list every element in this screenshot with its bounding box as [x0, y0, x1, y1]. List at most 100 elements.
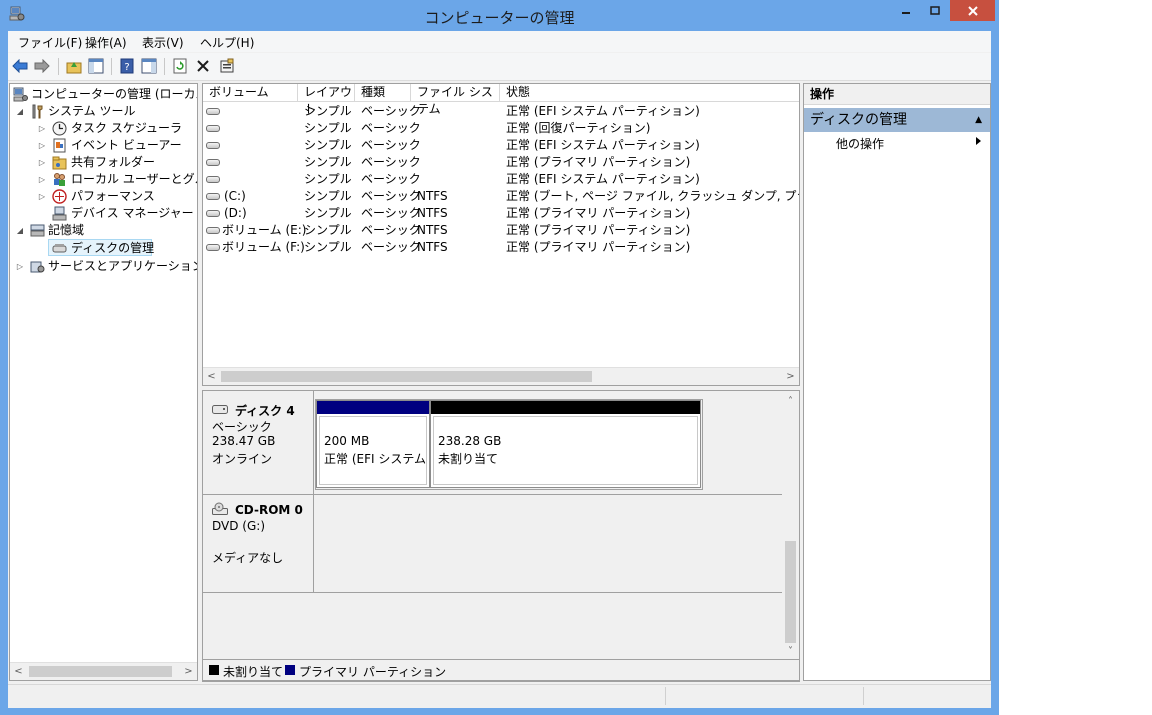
legend-swatch-unallocated [209, 665, 219, 675]
delete-icon [197, 60, 209, 72]
tree-node-disk-management[interactable]: ディスクの管理 [48, 239, 155, 256]
column-header-volume[interactable]: ボリューム [203, 84, 298, 102]
table-row[interactable]: ボリューム (F:) シンプル ベーシック NTFS 正常 (プライマリ パーティション… [203, 239, 799, 256]
cell-type: ベーシック [361, 206, 421, 220]
table-row[interactable]: ボリューム (E:) シンプル ベーシック NTFS 正常 (プライマリ パーティション… [203, 222, 799, 239]
back-button[interactable] [11, 57, 29, 75]
volume-list[interactable]: ボリューム レイアウト 種類 ファイル システム 状態 シンプル ベーシック 正常 … [202, 83, 800, 386]
properties-button[interactable] [218, 57, 236, 75]
cell-status: 正常 (EFI システム パーティション) [506, 104, 700, 118]
show-tree-icon [88, 58, 104, 74]
disk-graphical-view[interactable]: ディスク 4 ベーシック 238.47 GB オンライン 200 MB 正常 (… [202, 390, 800, 682]
tree-label: パフォーマンス [71, 189, 155, 203]
delete-button[interactable] [194, 57, 212, 75]
column-header-type[interactable]: 種類 [355, 84, 411, 102]
show-action-pane-button[interactable] [140, 57, 158, 75]
title-bar[interactable]: コンピューターの管理 [0, 0, 999, 31]
tree-label: イベント ビューアー [71, 138, 182, 152]
cdrom-0-area [314, 495, 782, 593]
cell-status: 正常 (プライマリ パーティション) [506, 206, 691, 220]
menu-file[interactable]: ファイル(F) [18, 34, 82, 51]
table-row[interactable]: (D:) シンプル ベーシック NTFS 正常 (プライマリ パーティション) [203, 205, 799, 222]
tree-label: ディスクの管理 [71, 241, 155, 255]
refresh-button[interactable] [171, 57, 189, 75]
scroll-right-icon[interactable]: > [782, 368, 799, 385]
table-row[interactable]: シンプル ベーシック 正常 (EFI システム パーティション) [203, 171, 799, 188]
performance-icon [52, 189, 67, 204]
scroll-left-icon[interactable]: < [203, 368, 220, 385]
collapsed-triangle-icon[interactable]: ▷ [38, 154, 46, 171]
menu-action[interactable]: 操作(A) [85, 34, 127, 51]
show-tree-button[interactable] [87, 57, 105, 75]
cell-fs: NTFS [417, 206, 448, 220]
cell-type: ベーシック [361, 223, 421, 237]
scroll-thumb[interactable] [29, 666, 172, 677]
cell-type: ベーシック [361, 240, 421, 254]
cell-fs: NTFS [417, 223, 448, 237]
cdrom-0-label[interactable]: CD-ROM 0 DVD (G:) メディアなし [203, 495, 314, 593]
scroll-down-icon[interactable]: ˅ [782, 643, 799, 660]
table-row[interactable]: シンプル ベーシック 正常 (EFI システム パーティション) [203, 137, 799, 154]
collapsed-triangle-icon[interactable]: ▷ [38, 171, 46, 188]
collapsed-triangle-icon[interactable]: ▷ [38, 137, 46, 154]
tree-label: 共有フォルダー [71, 155, 156, 169]
column-header-status[interactable]: 状態 [500, 84, 799, 102]
drive-icon [206, 108, 220, 115]
services-icon [30, 261, 45, 273]
disk-vertical-scrollbar[interactable]: ˄ ˅ [782, 391, 799, 659]
scroll-left-icon[interactable]: < [10, 663, 27, 680]
submenu-arrow-icon[interactable] [976, 137, 981, 145]
actions-section-disk-management[interactable]: ディスクの管理 ▲ [804, 108, 990, 132]
cell-status: 正常 (ブート, ページ ファイル, クラッシュ ダンプ, プライマリ パーテ [506, 189, 799, 203]
drive-icon [206, 142, 220, 149]
maximize-button[interactable] [921, 0, 949, 21]
scroll-up-icon[interactable]: ˄ [782, 393, 799, 410]
partition-size: 200 MB [324, 434, 370, 448]
drive-icon [206, 210, 220, 217]
volume-horizontal-scrollbar[interactable]: < > [203, 367, 799, 385]
table-row[interactable]: シンプル ベーシック 正常 (プライマリ パーティション) [203, 154, 799, 171]
scroll-thumb[interactable] [221, 371, 592, 382]
clock-icon [52, 121, 67, 136]
window-title: コンピューターの管理 [424, 9, 575, 27]
drive-icon [206, 227, 220, 234]
minimize-button[interactable] [892, 0, 920, 21]
column-header-layout[interactable]: レイアウト [298, 84, 355, 116]
table-row[interactable]: (C:) シンプル ベーシック NTFS 正常 (ブート, ページ ファイル, クラッシ… [203, 188, 799, 205]
scroll-right-icon[interactable]: > [180, 663, 197, 680]
cell-status: 正常 (回復パーティション) [506, 121, 651, 135]
table-row[interactable]: シンプル ベーシック 正常 (回復パーティション) [203, 120, 799, 137]
disk-4-label[interactable]: ディスク 4 ベーシック 238.47 GB オンライン [203, 391, 314, 495]
cell-type: ベーシック [361, 189, 421, 203]
collapsed-triangle-icon[interactable]: ▷ [38, 120, 46, 137]
cdrom-name: CD-ROM 0 [235, 503, 303, 517]
partition-efi[interactable]: 200 MB 正常 (EFI システム . [316, 400, 434, 488]
cell-fs: NTFS [417, 189, 448, 203]
disk-icon [212, 405, 228, 414]
scroll-thumb[interactable] [785, 541, 796, 643]
table-row[interactable]: シンプル ベーシック 正常 (EFI システム パーティション) [203, 103, 799, 120]
console-tree[interactable]: コンピューターの管理 (ローカル) ◢ システム ツール ▷ タスク スケジュー… [9, 83, 198, 681]
menu-view[interactable]: 表示(V) [142, 34, 184, 51]
collapsed-triangle-icon[interactable]: ▷ [38, 188, 46, 205]
back-arrow-icon [12, 59, 28, 73]
tree-label: ローカル ユーザーとグループ [71, 172, 197, 186]
up-folder-icon [66, 62, 82, 74]
cell-status: 正常 (EFI システム パーティション) [506, 172, 700, 186]
close-button[interactable] [950, 0, 995, 21]
cell-layout: シンプル [304, 189, 352, 203]
expanded-triangle-icon[interactable]: ◢ [16, 103, 24, 120]
menu-help[interactable]: ヘルプ(H) [200, 34, 254, 51]
more-actions-item[interactable]: 他の操作 [836, 135, 884, 152]
tree-horizontal-scrollbar[interactable]: < > [10, 662, 197, 680]
help-button[interactable]: ? [118, 57, 136, 75]
collapse-up-icon[interactable]: ▲ [975, 108, 982, 132]
partition-unallocated[interactable]: 238.28 GB 未割り当て [430, 400, 701, 488]
properties-icon [220, 58, 234, 73]
up-button[interactable] [65, 57, 83, 75]
partition-color-band [431, 401, 700, 414]
expanded-triangle-icon[interactable]: ◢ [16, 222, 24, 239]
forward-button[interactable] [33, 57, 51, 75]
collapsed-triangle-icon[interactable]: ▷ [16, 258, 24, 275]
column-header-filesystem[interactable]: ファイル システム [411, 84, 500, 116]
